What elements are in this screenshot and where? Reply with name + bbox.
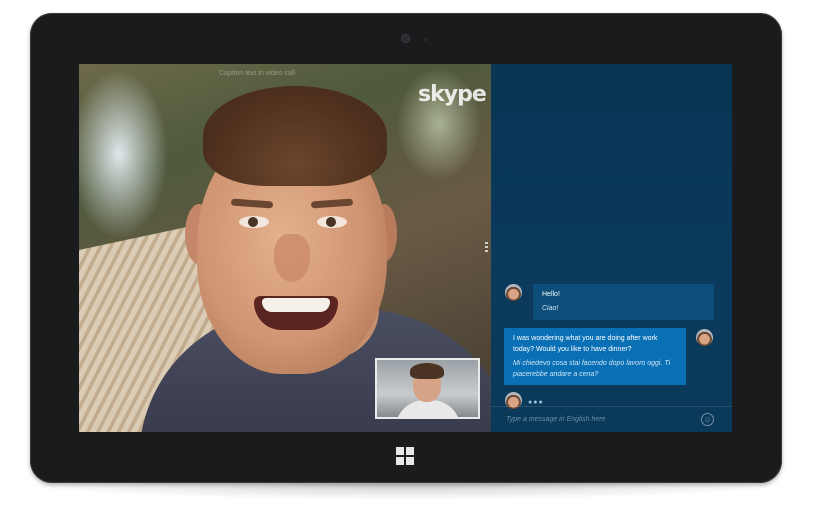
windows-logo-pane [396, 457, 404, 465]
outgoing-message: I was wondering what you are doing after… [504, 328, 686, 385]
incoming-message: Hello! Ciao! [533, 284, 714, 320]
light-sensor [424, 38, 427, 41]
message-original: I was wondering what you are doing after… [513, 335, 658, 353]
caller-eye-right [317, 216, 347, 228]
front-camera [402, 35, 409, 42]
message-input[interactable]: Type a message in English here [506, 416, 605, 423]
caller-teeth [262, 298, 330, 312]
user-avatar [696, 329, 713, 346]
self-view-video[interactable] [375, 358, 480, 419]
remote-video-feed: Caption text in video call skype [79, 64, 491, 432]
caller-hair [203, 86, 387, 186]
video-caption-hint: Caption text in video call [219, 70, 295, 77]
skype-logo: skype [418, 82, 487, 107]
emoji-icon[interactable]: ☺ [701, 413, 714, 426]
windows-logo-pane [406, 447, 414, 455]
caller-eye-left [239, 216, 269, 228]
self-view-hair [410, 363, 444, 379]
contact-avatar [505, 284, 522, 301]
message-input-bar[interactable]: Type a message in English here ☺ [491, 406, 732, 432]
caller-nose [274, 234, 310, 282]
pane-resize-handle[interactable] [485, 242, 488, 254]
self-view-body [395, 400, 461, 417]
windows-logo-icon[interactable] [396, 447, 414, 465]
windows-logo-pane [396, 447, 404, 455]
message-translation: Mi chiedevo cosa stai facendo dopo lavor… [513, 360, 671, 378]
windows-logo-pane [406, 457, 414, 465]
typing-indicator: ●●● [528, 399, 544, 406]
tablet-screen: Caption text in video call skype Hello! … [79, 64, 732, 432]
message-original: Hello! [542, 291, 560, 298]
message-translation: Ciao! [542, 305, 559, 312]
